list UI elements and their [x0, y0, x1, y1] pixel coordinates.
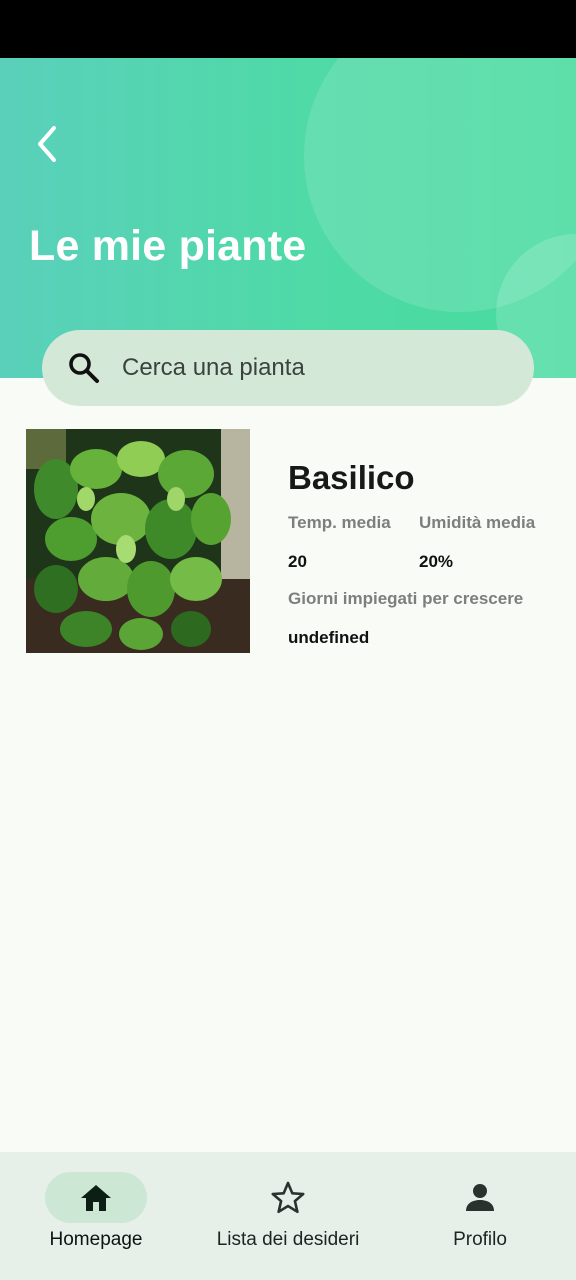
search-bar[interactable] — [42, 330, 534, 406]
nav-item-profile[interactable]: Profilo — [384, 1152, 576, 1280]
humidity-label: Umidità media — [419, 513, 536, 532]
temperature-label: Temp. media — [288, 513, 391, 532]
plant-card[interactable]: Basilico Temp. media 20 Umidità media 20… — [26, 429, 556, 653]
humidity-value: 20% — [419, 552, 454, 571]
nav-label-wishlist: Lista dei desideri — [216, 1229, 360, 1250]
plant-stats: Temp. media 20 Umidità media 20% — [288, 513, 556, 572]
home-icon — [81, 1185, 111, 1211]
page-title: Le mie piante — [29, 222, 307, 270]
grow-days-value: undefined — [288, 628, 370, 647]
nav-label-homepage: Homepage — [49, 1229, 143, 1250]
person-icon — [466, 1184, 494, 1211]
grow-days-label: Giorni impiegati per crescere — [288, 589, 524, 608]
search-input[interactable] — [122, 354, 502, 382]
status-bar — [0, 0, 576, 58]
nav-label-profile: Profilo — [453, 1229, 507, 1250]
star-icon — [271, 1181, 305, 1214]
back-button[interactable] — [26, 120, 70, 168]
temperature-stat: Temp. media 20 — [288, 513, 419, 572]
nav-item-wishlist[interactable]: Lista dei desideri — [192, 1152, 384, 1280]
plant-name: Basilico — [288, 459, 415, 496]
humidity-stat: Umidità media 20% — [419, 513, 550, 572]
plant-info: Basilico Temp. media 20 Umidità media 20… — [288, 459, 556, 648]
plant-photo — [26, 429, 250, 653]
search-icon — [66, 350, 102, 386]
temperature-value: 20 — [288, 552, 307, 571]
bottom-navigation: Homepage Lista dei desideri Profilo — [0, 1152, 576, 1280]
chevron-left-icon — [38, 126, 56, 162]
nav-item-homepage[interactable]: Homepage — [0, 1152, 192, 1280]
